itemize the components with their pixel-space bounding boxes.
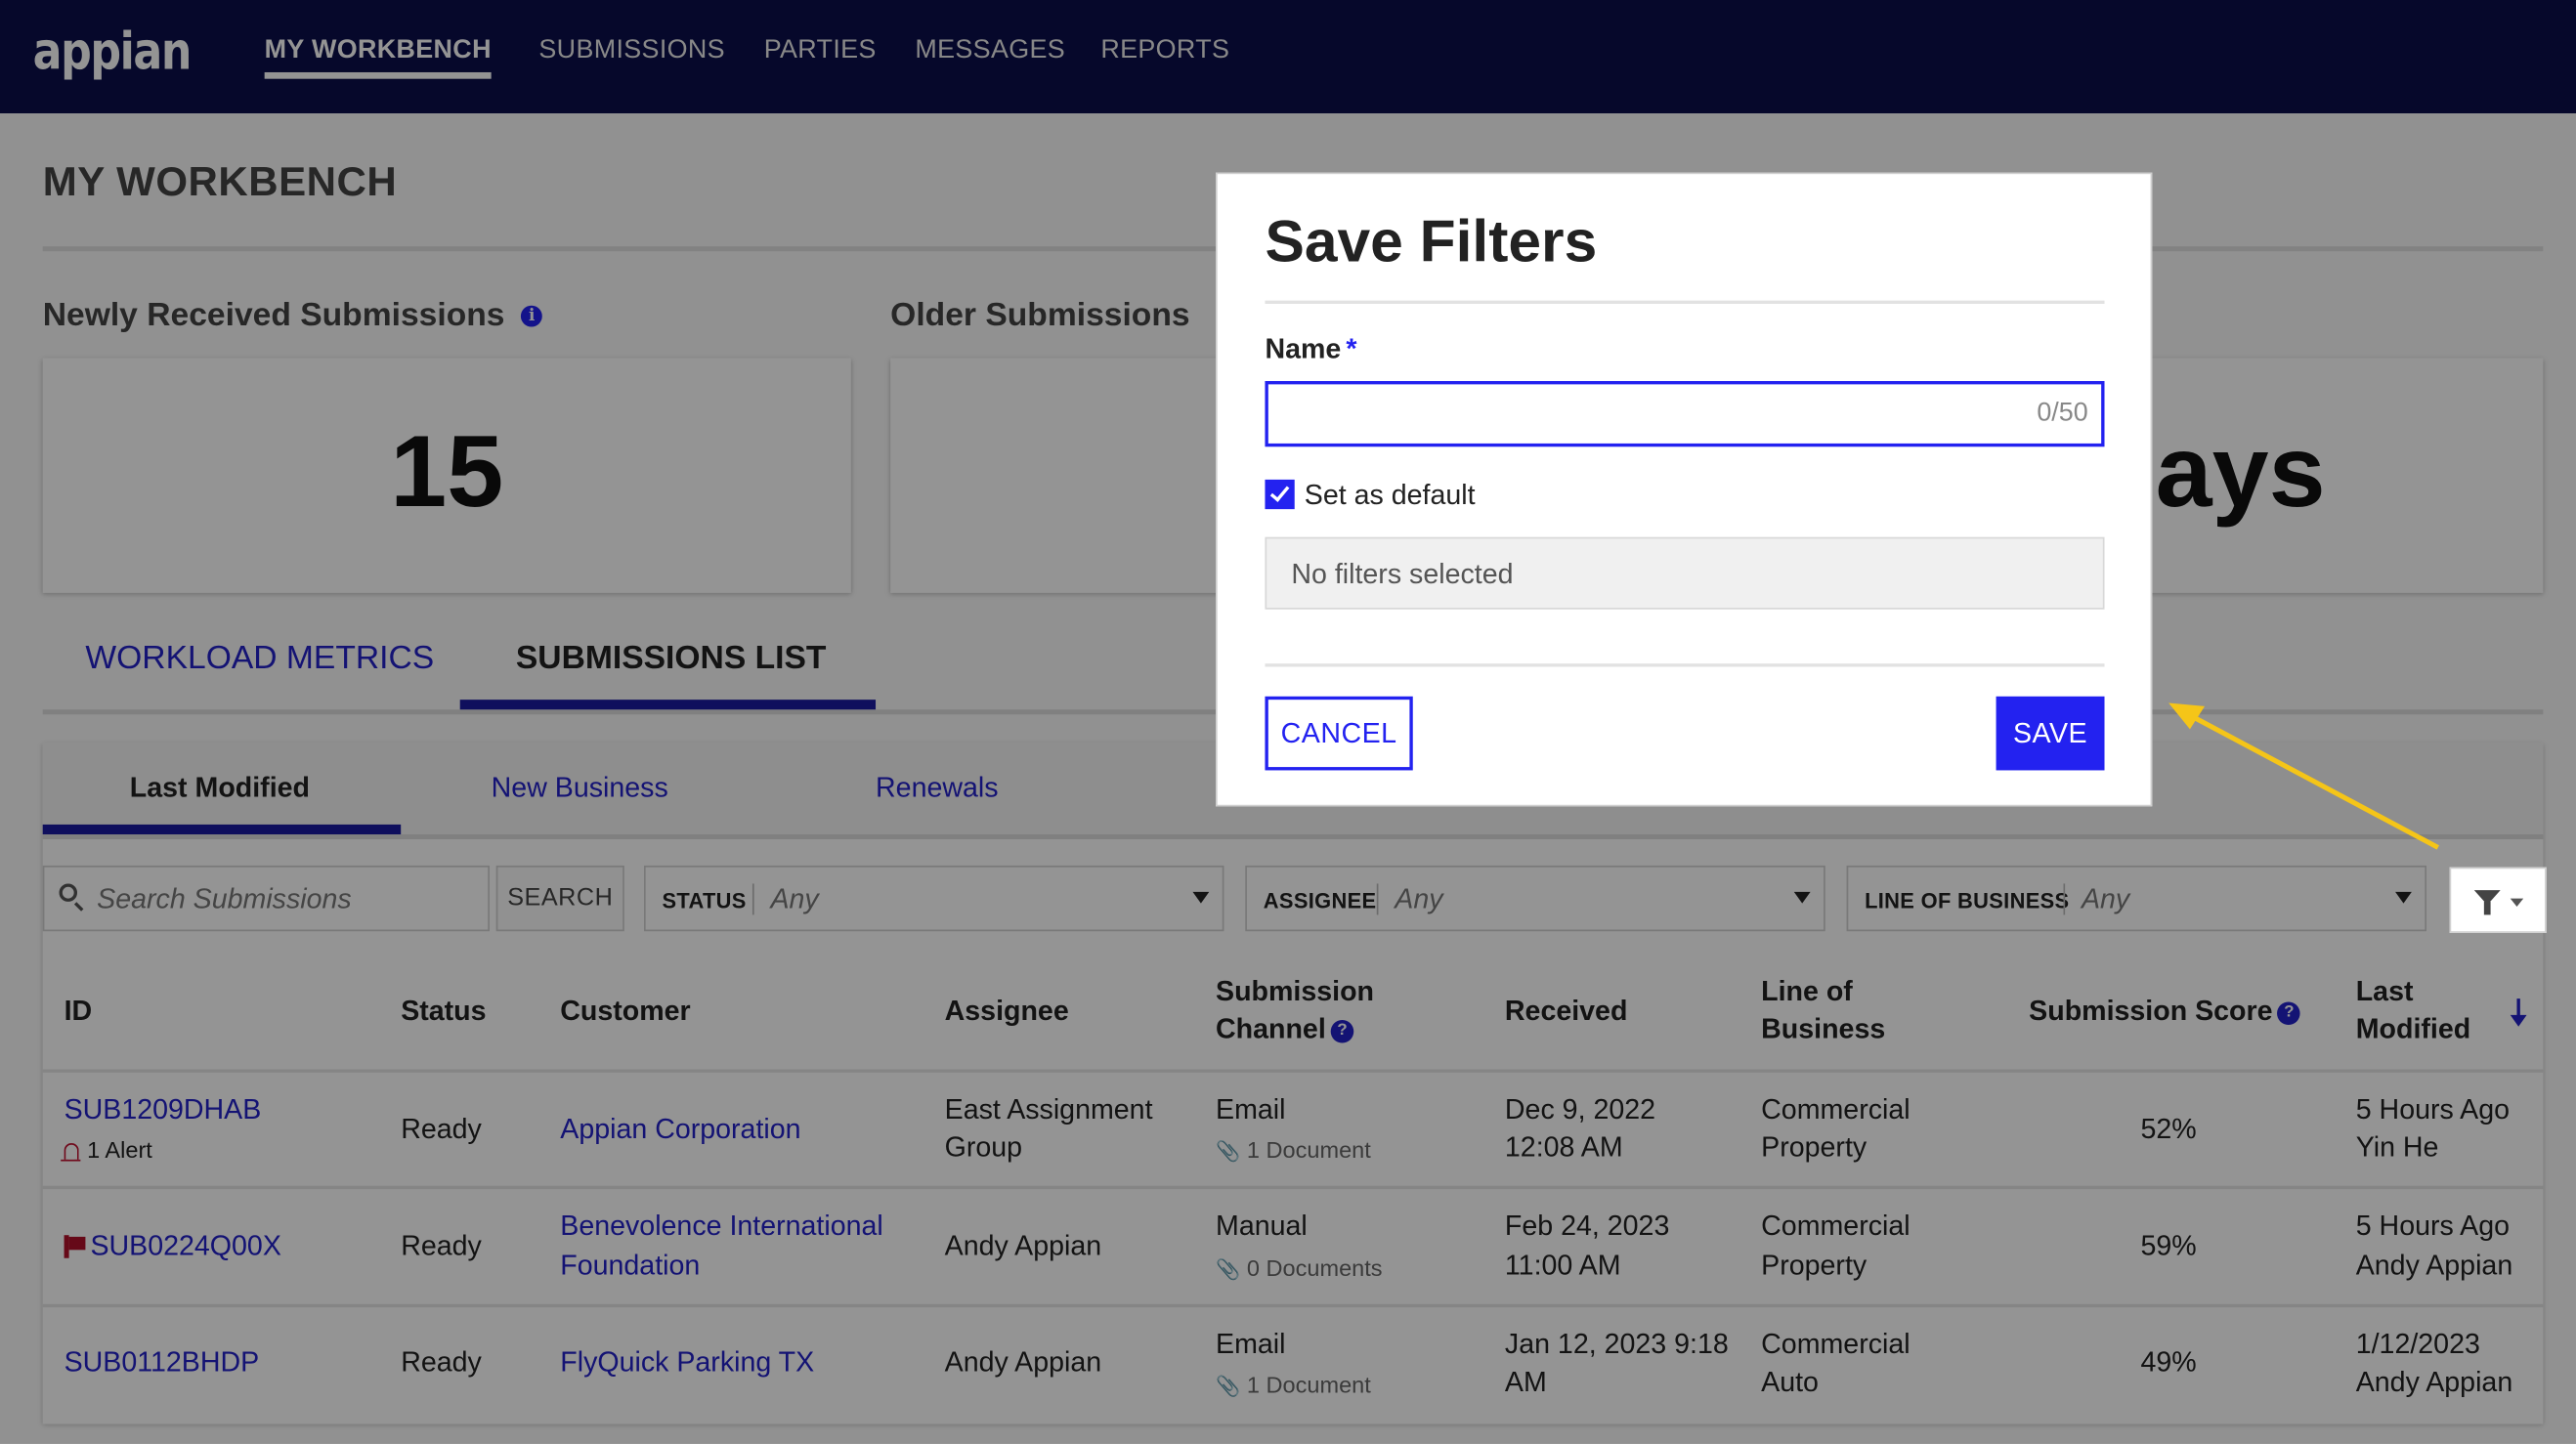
caret-down-icon bbox=[2510, 898, 2524, 907]
name-field[interactable]: 0/50 bbox=[1265, 381, 2105, 447]
save-filters-dialog: Save Filters Name * 0/50 Set as default N… bbox=[1216, 172, 2153, 807]
name-field-label: Name * bbox=[1265, 333, 1356, 366]
set-default-label[interactable]: Set as default bbox=[1305, 480, 1476, 513]
character-counter: 0/50 bbox=[2037, 399, 2088, 428]
saved-filters-button[interactable] bbox=[2449, 867, 2547, 933]
set-default-checkbox[interactable] bbox=[1265, 479, 1295, 510]
cancel-button[interactable]: CANCEL bbox=[1265, 696, 1413, 771]
save-button[interactable]: SAVE bbox=[1996, 696, 2105, 771]
required-indicator: * bbox=[1346, 333, 1357, 365]
dialog-title: Save Filters bbox=[1265, 206, 1598, 275]
label-text: Name bbox=[1265, 333, 1342, 365]
funnel-stem bbox=[2483, 901, 2491, 915]
name-input[interactable] bbox=[1281, 394, 2011, 438]
dialog-footer-divider bbox=[1265, 663, 2105, 667]
selected-filters-summary: No filters selected bbox=[1265, 536, 2105, 610]
dialog-title-divider bbox=[1265, 300, 2105, 305]
filters-summary-text: No filters selected bbox=[1291, 558, 1514, 590]
